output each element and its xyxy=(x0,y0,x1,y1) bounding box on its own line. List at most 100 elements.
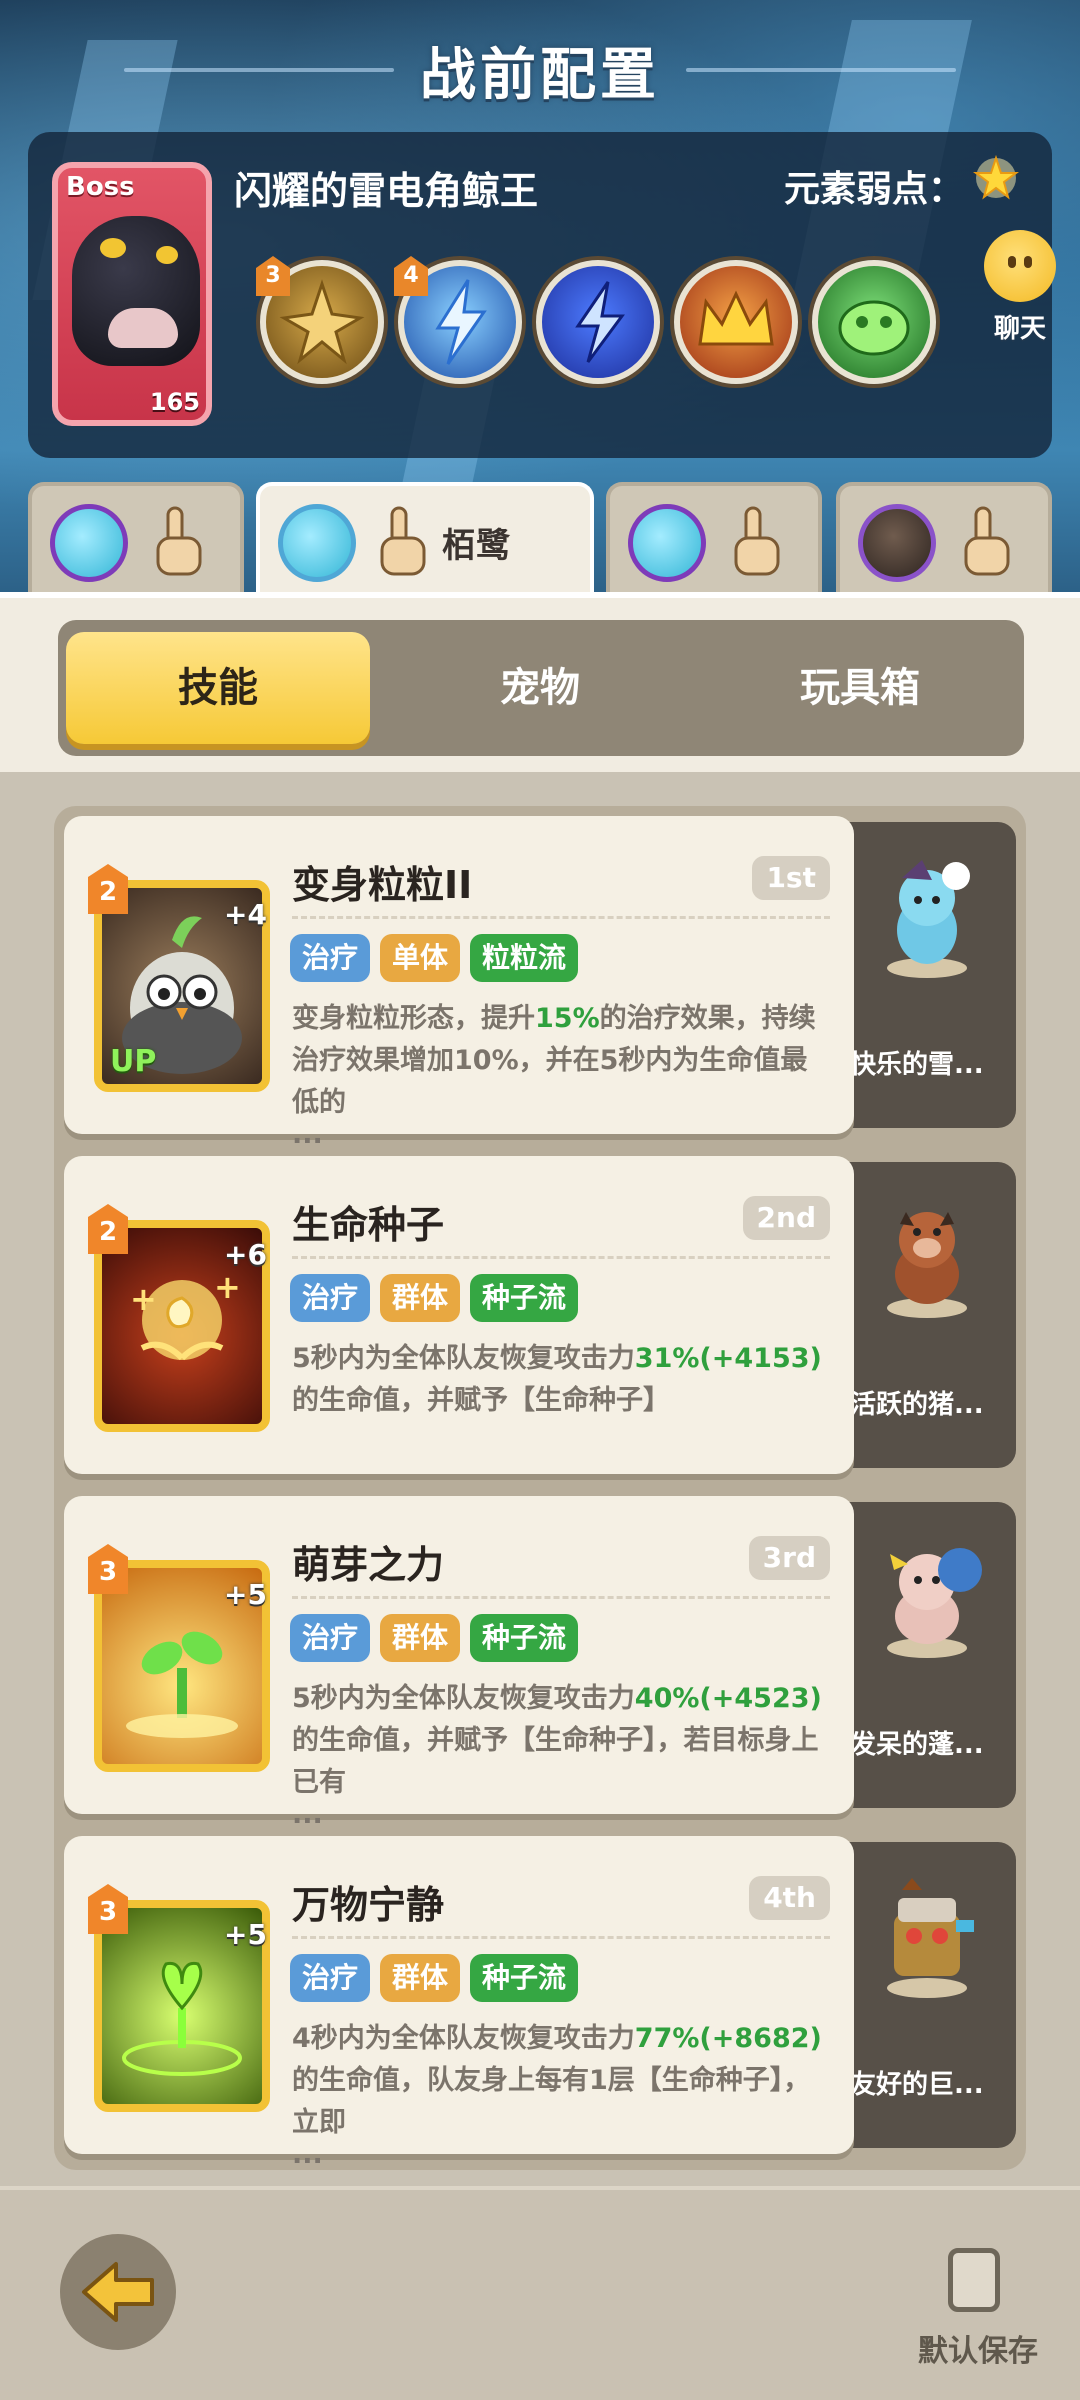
rank-badge: 3 xyxy=(88,1884,128,1934)
avatar xyxy=(278,504,356,582)
snow-pet-icon xyxy=(887,860,970,978)
chat-label: 聊天 xyxy=(993,314,1046,344)
pet-name: 发呆的蓬... xyxy=(850,1730,984,1760)
svg-text:+: + xyxy=(214,1268,241,1306)
category-tabs: 技能 宠物 玩具箱 xyxy=(58,620,1024,756)
skill-tags: 治疗 群体 种子流 xyxy=(290,1954,579,2002)
boar-pet-icon xyxy=(887,1212,967,1318)
boss-panel: Boss 165 闪耀的雷电角鲸王 元素弱点： 3 4 xyxy=(28,132,1052,458)
tag-flow: 种子流 xyxy=(470,1274,579,1322)
skill-card[interactable]: 2 + + +6 生命种子 2nd 治疗 群体 种子流 5秒内为全体队友恢复攻击… xyxy=(64,1156,854,1474)
bottom-bar: 默认保存 xyxy=(0,2186,1080,2400)
tag-flow: 种子流 xyxy=(470,1954,579,2002)
skill-description: 5秒内为全体队友恢复攻击力31%(+4153)的生命值，并赋予【生命种子】 xyxy=(292,1343,822,1416)
chat-button[interactable]: 聊天 xyxy=(964,230,1076,350)
category-section: 技能 宠物 玩具箱 xyxy=(0,592,1080,772)
skill-row[interactable]: 发呆的蓬... 3 +5 萌芽之力 3rd 治疗 群体 种子流 5秒内为全体队友… xyxy=(64,1496,1016,1828)
golden-crown-icon[interactable] xyxy=(674,260,798,384)
page-title: 战前配置 xyxy=(420,42,660,108)
skill-name: 万物宁静 xyxy=(292,1883,445,1927)
tag-heal: 治疗 xyxy=(290,1614,371,1662)
tab-toybox[interactable]: 玩具箱 xyxy=(708,632,1012,744)
skill-row[interactable]: 活跃的猪... 2 + + +6 生命种子 2nd 治疗 群体 种子流 5秒内为… xyxy=(64,1156,1016,1474)
chat-face-icon xyxy=(984,230,1056,302)
level-bonus: +5 xyxy=(224,1918,267,1951)
order-tag: 2nd xyxy=(742,1196,830,1240)
skill-description: 5秒内为全体队友恢复攻击力40%(+4523)的生命值，并赋予【生命种子】，若目… xyxy=(292,1683,822,1830)
rank-badge: 2 xyxy=(88,1204,128,1254)
skill-row[interactable]: 友好的巨... 3 +5 万物宁静 4th 治疗 群体 种子流 4秒内为全体队友… xyxy=(64,1836,1016,2168)
boss-tag: Boss xyxy=(66,172,135,202)
boss-card[interactable]: Boss 165 xyxy=(52,162,212,426)
tag-target: 单体 xyxy=(380,934,461,982)
fluffy-pet-icon xyxy=(887,1548,982,1658)
pet-name: 友好的巨... xyxy=(850,2070,984,2100)
skill-name: 生命种子 xyxy=(292,1203,445,1247)
skill-tags: 治疗 群体 种子流 xyxy=(290,1274,579,1322)
pointing-hand-icon xyxy=(734,506,780,576)
avatar xyxy=(858,504,936,582)
skill-row[interactable]: 快乐的雪... 2 +4 UP 变身粒粒II 1st 治疗 单体 粒粒流 变身粒… xyxy=(64,816,1016,1148)
skill-name: 变身粒粒II xyxy=(292,863,473,907)
svg-text:+: + xyxy=(130,1280,157,1318)
skill-card[interactable]: 3 +5 万物宁静 4th 治疗 群体 种子流 4秒内为全体队友恢复攻击力77%… xyxy=(64,1836,854,2168)
tag-target: 群体 xyxy=(380,1274,461,1322)
order-tag: 1st xyxy=(752,856,830,900)
back-arrow-icon xyxy=(82,2262,154,2322)
skill-description: 变身粒粒形态，提升15%的治疗效果，持续治疗效果增加10%，并在5秒内为生命值最… xyxy=(292,1003,816,1150)
pet-name: 活跃的猪... xyxy=(850,1390,984,1420)
tag-heal: 治疗 xyxy=(290,934,371,982)
rank-badge: 2 xyxy=(88,864,128,914)
pet-slot[interactable]: 友好的巨... xyxy=(834,1842,1016,2148)
level-bonus: +4 xyxy=(224,898,267,931)
skill-card[interactable]: 3 +5 萌芽之力 3rd 治疗 群体 种子流 5秒内为全体队友恢复攻击力40%… xyxy=(64,1496,854,1828)
pet-slot[interactable]: 快乐的雪... xyxy=(834,822,1016,1128)
boss-name: 闪耀的雷电角鲸王 xyxy=(234,169,539,213)
tag-heal: 治疗 xyxy=(290,1274,371,1322)
lightning-bolt-icon[interactable] xyxy=(536,260,660,384)
blue-lightning-icon[interactable]: 4 xyxy=(394,256,522,384)
skill-level-badge: 4 xyxy=(394,256,428,296)
back-button[interactable] xyxy=(60,2234,176,2350)
tag-flow: 种子流 xyxy=(470,1614,579,1662)
player-tab-3[interactable] xyxy=(606,482,822,592)
golden-spikes-icon[interactable]: 3 xyxy=(256,256,384,384)
pet-slot[interactable]: 发呆的蓬... xyxy=(834,1502,1016,1808)
skill-tags: 治疗 群体 种子流 xyxy=(290,1614,579,1662)
skill-level-badge: 3 xyxy=(256,256,290,296)
header: 战前配置 xyxy=(0,30,1080,110)
skill-card[interactable]: 2 +4 UP 变身粒粒II 1st 治疗 单体 粒粒流 变身粒粒形态，提升15… xyxy=(64,816,854,1148)
order-tag: 3rd xyxy=(748,1536,830,1580)
player-tab-2[interactable]: 栢鹭 xyxy=(256,482,594,592)
robot-pet-icon xyxy=(887,1878,974,1998)
star-icon xyxy=(973,154,1019,200)
divider xyxy=(292,1936,830,1939)
player-name: 栢鹭 xyxy=(442,526,510,566)
player-tab-4[interactable] xyxy=(836,482,1052,592)
order-tag: 4th xyxy=(749,1876,830,1920)
green-slime-icon[interactable] xyxy=(812,260,936,384)
weakness-label: 元素弱点： xyxy=(783,169,964,210)
avatar xyxy=(628,504,706,582)
tab-pets[interactable]: 宠物 xyxy=(388,632,692,744)
pet-slot[interactable]: 活跃的猪... xyxy=(834,1162,1016,1468)
upgrade-tag: UP xyxy=(110,1044,157,1079)
tag-target: 群体 xyxy=(380,1614,461,1662)
player-tab-1[interactable] xyxy=(28,482,244,592)
pointing-hand-icon xyxy=(964,506,1010,576)
rank-badge: 3 xyxy=(88,1544,128,1594)
title-ornament xyxy=(124,68,394,72)
divider xyxy=(292,1596,830,1599)
level-bonus: +6 xyxy=(224,1238,267,1271)
boss-level: 165 xyxy=(149,388,200,416)
title-ornament xyxy=(686,68,956,72)
skill-description: 4秒内为全体队友恢复攻击力77%(+8682)的生命值，队友身上每有1层【生命种… xyxy=(292,2023,822,2170)
divider xyxy=(292,916,830,919)
tag-flow: 粒粒流 xyxy=(470,934,579,982)
tab-skills[interactable]: 技能 xyxy=(66,632,370,744)
divider xyxy=(292,1256,830,1259)
skill-list: 快乐的雪... 2 +4 UP 变身粒粒II 1st 治疗 单体 粒粒流 变身粒… xyxy=(54,806,1026,2170)
pointing-hand-icon xyxy=(380,506,426,576)
default-save-checkbox[interactable] xyxy=(948,2248,1000,2312)
pointing-hand-icon xyxy=(156,506,202,576)
